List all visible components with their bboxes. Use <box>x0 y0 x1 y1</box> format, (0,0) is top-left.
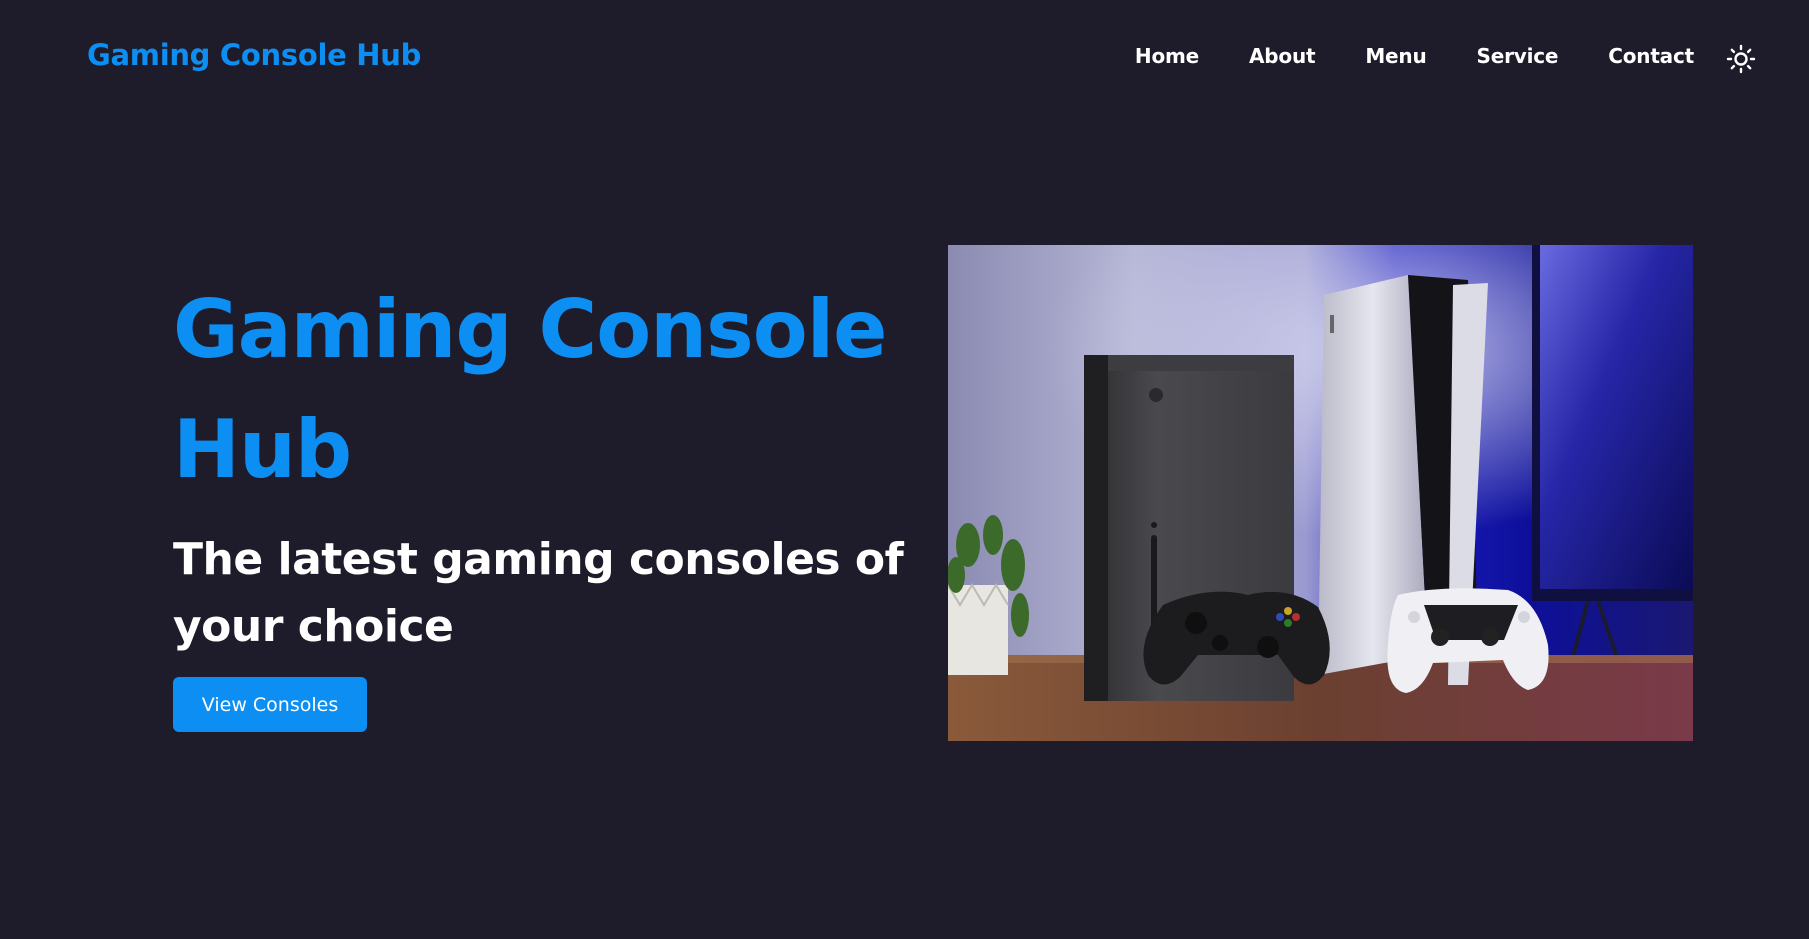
sun-icon[interactable] <box>1726 44 1756 74</box>
nav-link-contact[interactable]: Contact <box>1608 44 1694 68</box>
nav-link-home[interactable]: Home <box>1135 44 1199 68</box>
nav-link-about[interactable]: About <box>1249 44 1316 68</box>
consoles-photo <box>948 245 1693 741</box>
nav-link-menu[interactable]: Menu <box>1365 44 1426 68</box>
site-logo[interactable]: Gaming Console Hub <box>87 38 421 72</box>
view-consoles-button[interactable]: View Consoles <box>173 677 367 732</box>
hero-subtitle: The latest gaming consoles of your choic… <box>173 534 904 652</box>
hero-text: Gaming Console Hub The latest gaming con… <box>173 270 913 660</box>
nav-links: Home About Menu Service Contact <box>1085 44 1694 68</box>
navbar: Gaming Console Hub Home About Menu Servi… <box>0 0 1809 116</box>
hero-title: Gaming Console Hub <box>173 283 887 496</box>
nav-link-service[interactable]: Service <box>1477 44 1559 68</box>
